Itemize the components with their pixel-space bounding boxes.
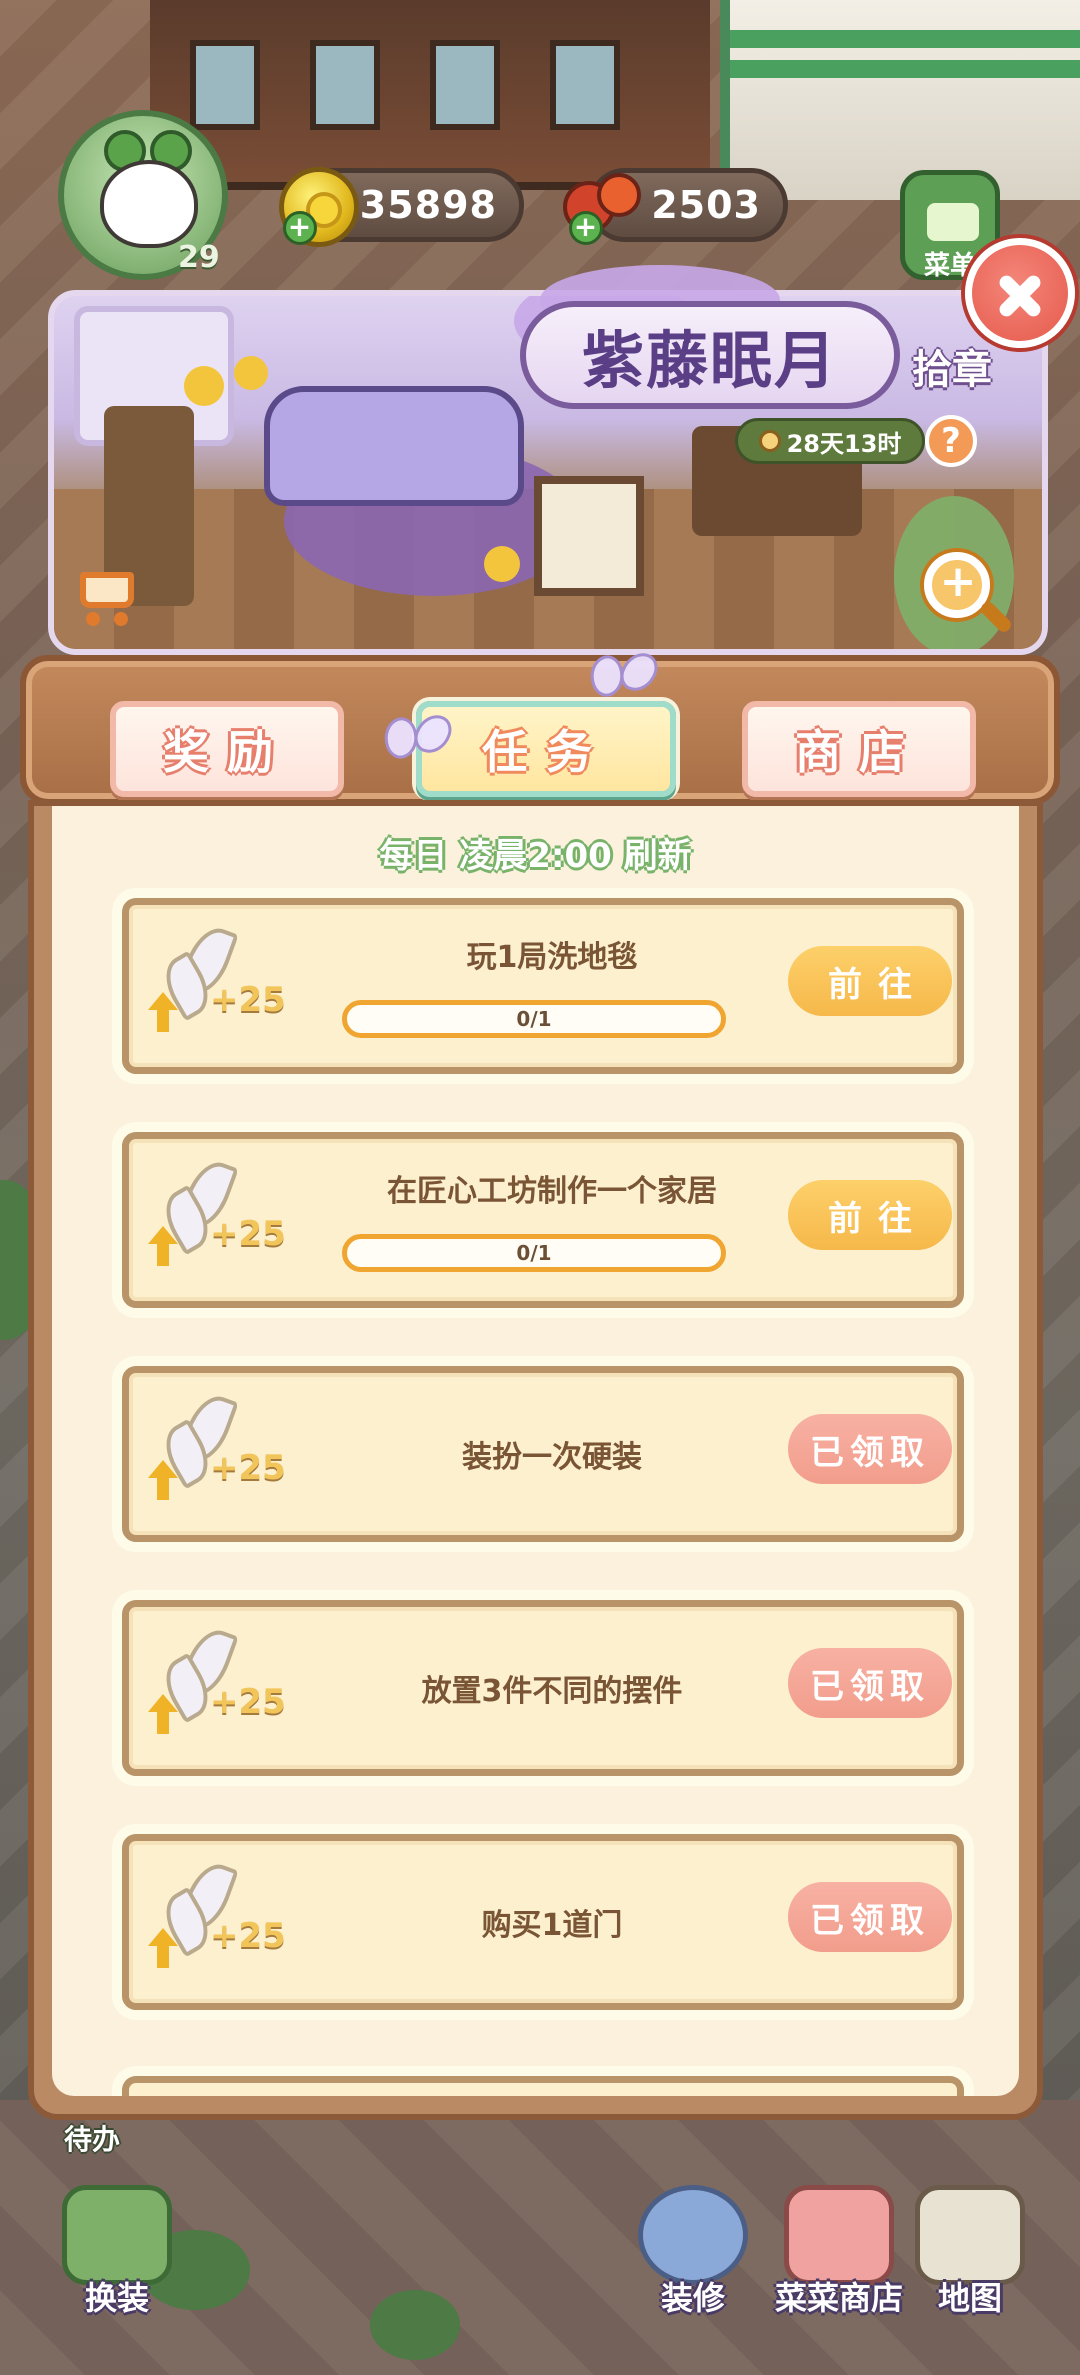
go-button[interactable]: 前往 [788,946,952,1016]
claimed-button[interactable]: 已领取 [788,1414,952,1484]
daily-refresh-note: 每日 凌晨2:00 刷新 [379,836,692,876]
player-level: 29 [178,240,220,275]
task-reward: +25 [210,1916,286,1956]
tasks-list[interactable]: 每日 凌晨2:00 刷新 +25 玩1局洗地毯 0/1 前往 +25 在匠心工坊… [52,806,1019,2096]
coin-counter[interactable]: + 35898 [279,167,524,247]
cart-icon[interactable] [72,566,142,628]
help-button[interactable]: ? [925,415,977,467]
event-timer-text: 28天13时 [786,429,902,458]
scene-tree [370,2290,460,2360]
task-item-partial [112,2066,974,2096]
close-button[interactable] [965,238,1075,348]
task-reward: +25 [210,1682,286,1722]
nav-dressup[interactable]: 换装 [52,2185,182,2335]
task-reward: +25 [210,980,286,1020]
nav-map-label: 地图 [937,2279,1002,2317]
task-item: +25 放置3件不同的摆件 已领取 [112,1590,974,1786]
map-icon [915,2185,1025,2285]
task-reward: +25 [210,1214,286,1254]
tab-tasks[interactable]: 任务 [416,701,676,797]
nav-decorate-label: 装修 [660,2279,725,2317]
task-title: 放置3件不同的摆件 [421,1674,683,1709]
event-title: 紫藤眠月 [581,324,838,397]
tasks-panel: 每日 凌晨2:00 刷新 +25 玩1局洗地毯 0/1 前往 +25 在匠心工坊… [28,800,1043,2120]
decorate-icon [638,2185,748,2285]
task-progress: 0/1 [342,1000,726,1038]
task-item: +25 装扮一次硬装 已领取 [112,1356,974,1552]
tab-shop[interactable]: 商店 [742,701,976,797]
task-title: 在匠心工坊制作一个家居 [387,1174,717,1209]
claimed-button[interactable]: 已领取 [788,1648,952,1718]
task-reward: +25 [210,1448,286,1488]
add-veggies-icon[interactable]: + [569,211,603,245]
nav-decorate[interactable]: 装修 [628,2185,758,2335]
go-button[interactable]: 前往 [788,1180,952,1250]
task-title: 购买1道门 [481,1908,623,1943]
tab-rewards[interactable]: 奖励 [110,701,344,797]
claimed-button[interactable]: 已领取 [788,1882,952,1952]
dressup-icon [62,2185,172,2285]
task-item: +25 在匠心工坊制作一个家居 0/1 前往 [112,1122,974,1318]
scene-building [150,0,710,190]
nav-dressup-label: 换装 [84,2279,149,2317]
event-timer: 28天13时 [735,418,925,464]
task-title: 玩1局洗地毯 [466,940,638,975]
event-chapter: 拾章 [912,347,992,393]
zoom-in-button[interactable]: + [920,548,1016,644]
zoom-plus-icon: + [939,556,977,607]
butterfly-decoration-icon [378,709,456,774]
task-progress: 0/1 [342,1234,726,1272]
butterfly-decoration-icon [584,647,662,712]
veggie-counter[interactable]: + 2503 [563,168,788,245]
add-coins-icon[interactable]: + [283,211,317,245]
task-title: 装扮一次硬装 [462,1440,642,1475]
task-item: +25 玩1局洗地毯 0/1 前往 [112,888,974,1084]
coin-amount: 35898 [359,183,497,227]
scene-convenience-store [720,0,1080,200]
menu-icon [927,203,979,241]
veggie-amount: 2503 [651,183,761,227]
tab-bar: 奖励 任务 商店 [20,655,1060,805]
task-item: +25 购买1道门 已领取 [112,1824,974,2020]
clock-icon [758,430,781,452]
nav-map[interactable]: 地图 [905,2185,1035,2335]
todo-label[interactable]: 待办 [64,2118,120,2158]
shop-icon [784,2185,894,2285]
